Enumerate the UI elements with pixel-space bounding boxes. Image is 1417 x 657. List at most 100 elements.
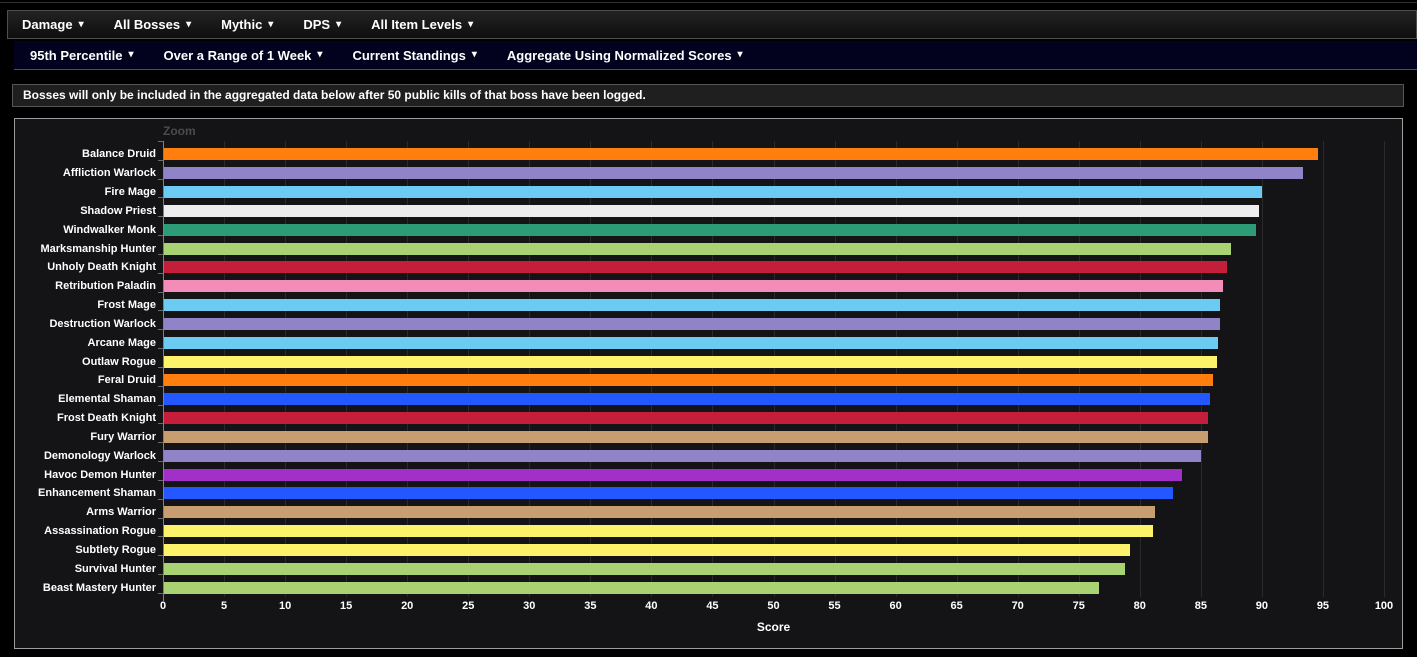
x-axis-tick-label: 30 xyxy=(523,600,536,612)
x-axis-tick-label: 55 xyxy=(828,600,841,612)
label-windwalker-monk: Windwalker Monk xyxy=(63,223,156,236)
dropdown-label: Damage xyxy=(22,17,73,32)
bar-subtlety-rogue[interactable] xyxy=(164,543,1130,556)
label-survival-hunter: Survival Hunter xyxy=(74,562,156,575)
bar-windwalker-monk[interactable] xyxy=(164,223,1256,236)
dropdown-label: All Item Levels xyxy=(371,17,463,32)
bar-fury-warrior[interactable] xyxy=(164,430,1208,443)
filter-dps-dropdown[interactable]: DPS ▾ xyxy=(303,17,341,32)
chevron-down-icon: ▾ xyxy=(268,18,274,30)
label-arms-warrior: Arms Warrior xyxy=(86,506,156,519)
label-unholy-death-knight: Unholy Death Knight xyxy=(47,261,156,274)
x-axis-tick-label: 90 xyxy=(1255,600,1269,612)
label-retribution-paladin: Retribution Paladin xyxy=(55,280,156,293)
chevron-down-icon: ▾ xyxy=(186,18,192,30)
label-marksmanship-hunter: Marksmanship Hunter xyxy=(40,242,156,255)
primary-filter-bar: Damage ▾ All Bosses ▾ Mythic ▾ DPS ▾ All Item Le… xyxy=(7,10,1417,39)
category-axis-tick xyxy=(158,329,163,331)
label-shadow-priest: Shadow Priest xyxy=(80,204,156,217)
bar-survival-hunter[interactable] xyxy=(164,562,1125,575)
chevron-down-icon: ▾ xyxy=(336,18,342,30)
x-axis-tick-label: 65 xyxy=(950,600,963,612)
bar-retribution-paladin[interactable] xyxy=(164,280,1223,293)
category-axis-tick xyxy=(158,216,163,218)
category-axis-tick xyxy=(158,291,163,293)
bar-affliction-warlock[interactable] xyxy=(164,167,1304,180)
x-axis-tick-label: 20 xyxy=(401,600,414,612)
option-current-standings-dropdown[interactable]: Current Standings ▾ xyxy=(352,48,476,63)
category-axis-tick xyxy=(158,574,163,576)
category-axis-tick xyxy=(158,442,163,444)
secondary-filter-bar: 95th Percentile ▾ Over a Range of 1 Week ▾ C… xyxy=(14,41,1417,70)
bar-frost-death-knight[interactable] xyxy=(164,412,1208,425)
label-fury-warrior: Fury Warrior xyxy=(90,430,156,443)
category-axis-tick xyxy=(158,592,163,594)
bar-demonology-warlock[interactable] xyxy=(164,449,1201,462)
bar-shadow-priest[interactable] xyxy=(164,204,1260,217)
x-axis-tick-label: 35 xyxy=(584,600,597,612)
x-axis-tick-label: 40 xyxy=(645,600,658,612)
bar-frost-mage[interactable] xyxy=(164,299,1221,312)
bar-marksmanship-hunter[interactable] xyxy=(164,242,1232,255)
option-95th-percentile-dropdown[interactable]: 95th Percentile ▾ xyxy=(30,48,134,63)
dps-rankings-chart: Zoom 0 5 10 15 20 25 30 35 40 45 50 55 60 65 70 75 80 85 9… xyxy=(14,118,1403,649)
boss-inclusion-notice: Bosses will only be included in the aggr… xyxy=(12,84,1404,107)
label-fire-mage: Fire Mage xyxy=(104,186,156,199)
category-axis-tick xyxy=(158,423,163,425)
category-axis-tick xyxy=(158,366,163,368)
page-top-divider xyxy=(0,2,1417,3)
bar-balance-druid[interactable] xyxy=(164,148,1318,161)
category-axis-tick xyxy=(158,159,163,161)
bar-outlaw-rogue[interactable] xyxy=(164,355,1217,368)
label-destruction-warlock: Destruction Warlock xyxy=(49,317,156,330)
chevron-down-icon: ▾ xyxy=(737,49,743,60)
label-demonology-warlock: Demonology Warlock xyxy=(43,449,156,462)
x-axis-tick-label: 95 xyxy=(1316,600,1330,612)
bar-feral-druid[interactable] xyxy=(164,374,1213,387)
bar-beast-mastery-hunter[interactable] xyxy=(164,581,1100,594)
label-outlaw-rogue: Outlaw Rogue xyxy=(82,355,156,368)
category-axis-tick xyxy=(158,536,163,538)
filter-mythic-dropdown[interactable]: Mythic ▾ xyxy=(221,17,273,32)
bar-arcane-mage[interactable] xyxy=(164,336,1218,349)
x-axis-tick-label: 60 xyxy=(889,600,902,612)
label-arcane-mage: Arcane Mage xyxy=(87,336,156,349)
category-axis-tick xyxy=(158,404,163,406)
gridline xyxy=(1261,141,1263,597)
filter-all-item-levels-dropdown[interactable]: All Item Levels ▾ xyxy=(371,17,473,32)
x-axis-tick-label: 15 xyxy=(340,600,353,612)
bar-fire-mage[interactable] xyxy=(164,186,1262,199)
category-axis-tick xyxy=(158,479,163,481)
label-frost-death-knight: Frost Death Knight xyxy=(57,412,156,425)
bar-arms-warrior[interactable] xyxy=(164,506,1156,519)
option-over-a-range-of-1-week-dropdown[interactable]: Over a Range of 1 Week ▾ xyxy=(164,48,323,63)
option-aggregate-using-normalized-scores-dropdown[interactable]: Aggregate Using Normalized Scores ▾ xyxy=(507,48,743,63)
category-axis-tick xyxy=(158,197,163,199)
x-axis-tick-label: 10 xyxy=(278,600,292,612)
filter-all-bosses-dropdown[interactable]: All Bosses ▾ xyxy=(114,17,192,32)
bar-unholy-death-knight[interactable] xyxy=(164,261,1228,274)
chevron-down-icon: ▾ xyxy=(468,18,474,30)
dropdown-label: Current Standings xyxy=(352,47,466,63)
filter-damage-dropdown[interactable]: Damage ▾ xyxy=(22,17,84,32)
category-axis-tick xyxy=(158,385,163,387)
label-balance-druid: Balance Druid xyxy=(82,148,156,161)
bar-havoc-demon-hunter[interactable] xyxy=(164,468,1183,481)
chevron-down-icon: ▾ xyxy=(471,49,477,60)
chevron-down-icon: ▾ xyxy=(78,18,84,30)
category-axis-tick xyxy=(158,178,163,180)
category-axis-tick xyxy=(158,235,163,237)
bar-enhancement-shaman[interactable] xyxy=(164,487,1173,500)
x-axis-tick-label: 45 xyxy=(706,600,719,612)
bar-destruction-warlock[interactable] xyxy=(164,317,1221,330)
dropdown-label: DPS xyxy=(303,17,331,32)
label-affliction-warlock: Affliction Warlock xyxy=(62,167,156,180)
x-axis-title: Score xyxy=(756,620,791,634)
page: { "nav_primary": { "items": [ { "label":… xyxy=(0,0,1417,657)
label-assassination-rogue: Assassination Rogue xyxy=(44,525,156,537)
dropdown-label: Aggregate Using Normalized Scores xyxy=(506,47,732,63)
bar-assassination-rogue[interactable] xyxy=(164,525,1153,537)
label-enhancement-shaman: Enhancement Shaman xyxy=(38,487,156,500)
category-axis-tick xyxy=(158,461,163,463)
bar-elemental-shaman[interactable] xyxy=(164,393,1211,406)
